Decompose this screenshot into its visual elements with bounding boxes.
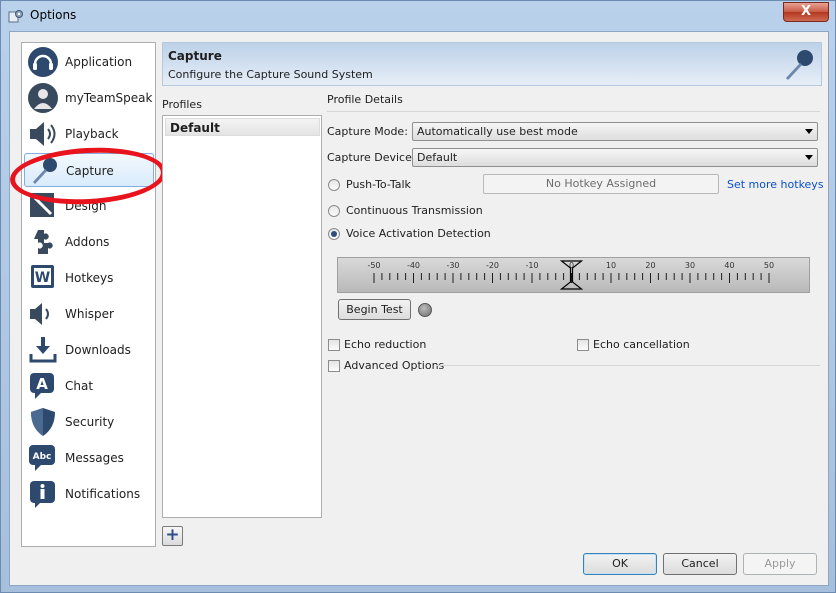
set-more-hotkeys-link[interactable]: Set more hotkeys [727,178,824,191]
nav-item-label: Security [65,415,115,429]
slider-tick-label: -10 [525,261,538,270]
push-to-talk-radio[interactable] [328,179,340,191]
cancel-button[interactable]: Cancel [663,553,737,575]
user-icon [28,83,58,113]
nav-item-label: Downloads [65,343,131,357]
advanced-options-checkbox[interactable] [328,360,340,372]
page-header: Capture Configure the Capture Sound Syst… [162,42,822,86]
speaker-icon [30,122,56,146]
nav-item-label: Addons [65,235,110,249]
voice-activation-label: Voice Activation Detection [346,227,491,240]
download-icon [29,337,57,363]
nav-item-application[interactable]: Application [24,45,154,79]
nav-item-notifications[interactable]: Notifications [24,477,154,511]
chat-icon: A [30,373,54,399]
capture-mode-select[interactable]: Automatically use best mode [412,122,818,141]
keyboard-icon: W [31,265,54,288]
svg-text:Abc: Abc [33,452,52,462]
svg-text:W: W [35,270,50,286]
advanced-options-label: Advanced Options [344,359,445,372]
nav-item-hotkeys[interactable]: W Hotkeys [24,261,154,295]
slider-tick-label: 20 [645,261,655,270]
slider-tick-label: 0 [569,261,574,270]
nav-item-label: Whisper [65,307,114,321]
nav-item-myteamspeak[interactable]: myTeamSpeak [24,81,154,115]
nav-item-label: Notifications [65,487,141,501]
options-icon [8,10,23,23]
slider-tick-label: -20 [486,261,499,270]
nav-item-downloads[interactable]: Downloads [24,333,154,367]
close-button[interactable]: X [783,2,829,22]
divider [436,365,820,366]
push-to-talk-label: Push-To-Talk [346,178,411,191]
slider-scale: -50 -40 -30 -20 -10 0 10 20 30 40 50 [367,260,774,290]
nav-item-label: myTeamSpeak [65,91,153,105]
profiles-list: Default [162,115,322,518]
whisper-icon [30,303,49,325]
title-bar: Options X [1,1,835,31]
ok-button[interactable]: OK [583,553,657,575]
echo-reduction-label: Echo reduction [344,338,427,351]
capture-device-value: Default [417,151,458,164]
page-title: Capture [168,49,222,63]
nav-item-label: Hotkeys [65,271,114,285]
nav-item-label: Application [65,55,133,69]
shield-icon [31,408,55,436]
echo-cancellation-label: Echo cancellation [593,338,690,351]
microphone-icon [786,50,813,80]
nav-item-whisper[interactable]: Whisper [24,297,154,331]
capture-mode-value: Automatically use best mode [417,125,578,138]
continuous-transmission-label: Continuous Transmission [346,204,483,217]
profile-item-default[interactable]: Default [165,118,320,136]
nav-item-label: Messages [65,451,124,465]
nav-item-security[interactable]: Security [24,405,154,439]
profiles-label: Profiles [162,98,202,111]
continuous-transmission-radio[interactable] [328,205,340,217]
headset-icon [28,47,58,77]
nav-item-messages[interactable]: Abc Messages [24,441,154,475]
nav-item-addons[interactable]: Addons [24,225,154,259]
voice-activation-radio[interactable] [328,228,340,240]
nav-item-playback[interactable]: Playback [24,117,154,151]
svg-text:A: A [36,375,48,393]
apply-button[interactable]: Apply [743,553,817,575]
add-profile-button[interactable]: + [162,526,183,546]
slider-tick-label: 40 [724,261,734,270]
echo-reduction-checkbox[interactable] [328,339,340,351]
echo-cancellation-checkbox[interactable] [577,339,589,351]
nav-item-label: Chat [65,379,94,393]
capture-mode-label: Capture Mode: [327,125,408,138]
nav-item-label: Playback [65,127,119,141]
window-title: Options [30,8,77,22]
category-list: Application myTeamSpeak Playback Capture… [21,42,156,547]
slider-tick-label: 30 [685,261,695,270]
slider-tick-label: -50 [367,261,380,270]
hotkey-field[interactable]: No Hotkey Assigned [483,174,719,194]
test-status-indicator [418,303,432,317]
chevron-down-icon [805,129,813,134]
slider-tick-label: 50 [764,261,774,270]
profile-details-label: Profile Details [327,93,403,106]
options-window: Options X Application myTeamSpeak Playba… [0,0,836,593]
slider-tick-label: 10 [606,261,616,270]
chevron-down-icon [805,155,813,160]
dialog-body: Application myTeamSpeak Playback Capture… [8,31,829,586]
info-icon [30,481,55,508]
divider [327,111,820,112]
vad-threshold-slider[interactable]: -50 -40 -30 -20 -10 0 10 20 30 40 50 [337,257,810,293]
capture-device-label: Capture Device: [327,151,416,164]
begin-test-button[interactable]: Begin Test [338,299,411,320]
messages-icon: Abc [29,445,55,471]
slider-tick-label: -30 [446,261,459,270]
page-subtitle: Configure the Capture Sound System [168,68,373,81]
puzzle-icon [34,230,53,254]
capture-device-select[interactable]: Default [412,148,818,167]
nav-item-chat[interactable]: A Chat [24,369,154,403]
slider-tick-label: -40 [407,261,420,270]
